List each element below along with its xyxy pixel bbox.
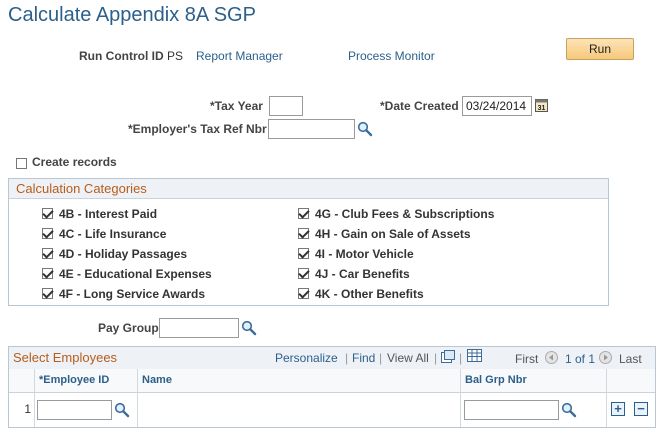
employee-lookup-icon[interactable]: [114, 402, 130, 418]
category-item[interactable]: 4D - Holiday Passages: [42, 247, 187, 261]
previous-icon[interactable]: [545, 351, 558, 364]
select-employees-grid: Select Employees Personalize | Find | Vi…: [8, 346, 656, 428]
new-window-icon[interactable]: [441, 350, 455, 363]
download-grid-icon[interactable]: [467, 349, 482, 362]
run-control-value: PS: [167, 49, 184, 63]
category-checkbox[interactable]: [42, 227, 53, 239]
category-checkbox[interactable]: [42, 207, 53, 219]
bal-grp-nbr-header[interactable]: Bal Grp Nbr: [461, 369, 607, 393]
employee-id-header[interactable]: *Employee ID: [35, 369, 138, 393]
grid-header-bar: Select Employees Personalize | Find | Vi…: [9, 347, 655, 370]
category-checkbox[interactable]: [42, 287, 53, 299]
plus-icon[interactable]: +: [611, 402, 625, 416]
name-header[interactable]: Name: [138, 369, 461, 393]
category-checkbox[interactable]: [298, 207, 309, 219]
tax-year-label: *Tax Year: [210, 99, 263, 113]
calculation-categories-group: Calculation Categories 4B - Interest Pai…: [8, 178, 609, 306]
pay-group-input[interactable]: [159, 318, 239, 338]
page-title: Calculate Appendix 8A SGP: [8, 4, 256, 26]
pay-group-lookup-icon[interactable]: [241, 320, 257, 336]
process-monitor-link[interactable]: Process Monitor: [348, 49, 435, 63]
category-label: 4H - Gain on Sale of Assets: [315, 227, 471, 241]
category-checkbox[interactable]: [42, 267, 53, 279]
category-checkbox[interactable]: [298, 227, 309, 239]
category-label: 4C - Life Insurance: [59, 227, 167, 241]
separator: |: [345, 351, 349, 365]
separator: |: [434, 351, 438, 365]
last-label[interactable]: Last: [619, 352, 642, 366]
row-actions-header: [607, 369, 655, 393]
separator: |: [459, 351, 463, 365]
employer-lookup-icon[interactable]: [357, 121, 373, 137]
category-label: 4E - Educational Expenses: [59, 267, 212, 281]
separator: |: [379, 351, 383, 365]
tax-year-input[interactable]: [269, 96, 303, 116]
category-label: 4J - Car Benefits: [315, 267, 410, 281]
category-item[interactable]: 4E - Educational Expenses: [42, 267, 212, 281]
category-checkbox[interactable]: [42, 247, 53, 259]
category-label: 4K - Other Benefits: [315, 287, 424, 301]
category-checkbox[interactable]: [298, 267, 309, 279]
bal-grp-nbr-cell: [461, 393, 607, 427]
next-icon[interactable]: [599, 351, 612, 364]
personalize-link[interactable]: Personalize: [275, 351, 338, 365]
run-button[interactable]: Run: [566, 38, 634, 60]
category-item[interactable]: 4B - Interest Paid: [42, 207, 157, 221]
calculation-categories-title: Calculation Categories: [9, 179, 608, 199]
create-records-label: Create records: [32, 155, 117, 169]
category-item[interactable]: 4I - Motor Vehicle: [298, 247, 414, 261]
create-records-checkbox[interactable]: [16, 158, 27, 170]
category-item[interactable]: 4K - Other Benefits: [298, 287, 424, 301]
category-label: 4B - Interest Paid: [59, 207, 158, 221]
calendar-icon[interactable]: 31: [535, 98, 548, 112]
first-label[interactable]: First: [515, 352, 538, 366]
category-item[interactable]: 4G - Club Fees & Subscriptions: [298, 207, 494, 221]
employer-tax-ref-input[interactable]: [268, 119, 355, 139]
bal-grp-lookup-icon[interactable]: [561, 402, 577, 418]
pagination-label: 1 of 1: [565, 352, 596, 366]
find-link[interactable]: Find: [352, 351, 375, 365]
minus-icon[interactable]: −: [634, 402, 648, 416]
category-label: 4I - Motor Vehicle: [315, 247, 414, 261]
name-cell: [138, 393, 461, 427]
row-actions-cell: + −: [607, 393, 655, 427]
date-created-label: *Date Created: [380, 99, 459, 113]
svg-text:31: 31: [538, 105, 546, 112]
bal-grp-nbr-input[interactable]: [464, 400, 559, 420]
category-item[interactable]: 4F - Long Service Awards: [42, 287, 205, 301]
view-all-link[interactable]: View All: [387, 351, 429, 365]
date-created-input[interactable]: [462, 96, 532, 116]
category-label: 4F - Long Service Awards: [59, 287, 206, 301]
report-manager-link[interactable]: Report Manager: [196, 49, 283, 63]
category-item[interactable]: 4H - Gain on Sale of Assets: [298, 227, 471, 241]
category-checkbox[interactable]: [298, 287, 309, 299]
pay-group-label: Pay Group: [98, 321, 159, 335]
category-item[interactable]: 4J - Car Benefits: [298, 267, 410, 281]
employee-id-input[interactable]: [37, 400, 112, 420]
category-checkbox[interactable]: [298, 247, 309, 259]
category-label: 4G - Club Fees & Subscriptions: [315, 207, 495, 221]
run-control-label: Run Control ID: [79, 49, 164, 63]
row-number-header: [9, 369, 35, 393]
table-row: 1: [9, 393, 35, 427]
category-item[interactable]: 4C - Life Insurance: [42, 227, 166, 241]
employer-tax-ref-label: *Employer's Tax Ref Nbr: [128, 122, 267, 136]
row-number: 1: [24, 402, 31, 416]
select-employees-title: Select Employees: [13, 350, 118, 365]
employee-id-cell: [35, 393, 138, 427]
category-label: 4D - Holiday Passages: [59, 247, 188, 261]
